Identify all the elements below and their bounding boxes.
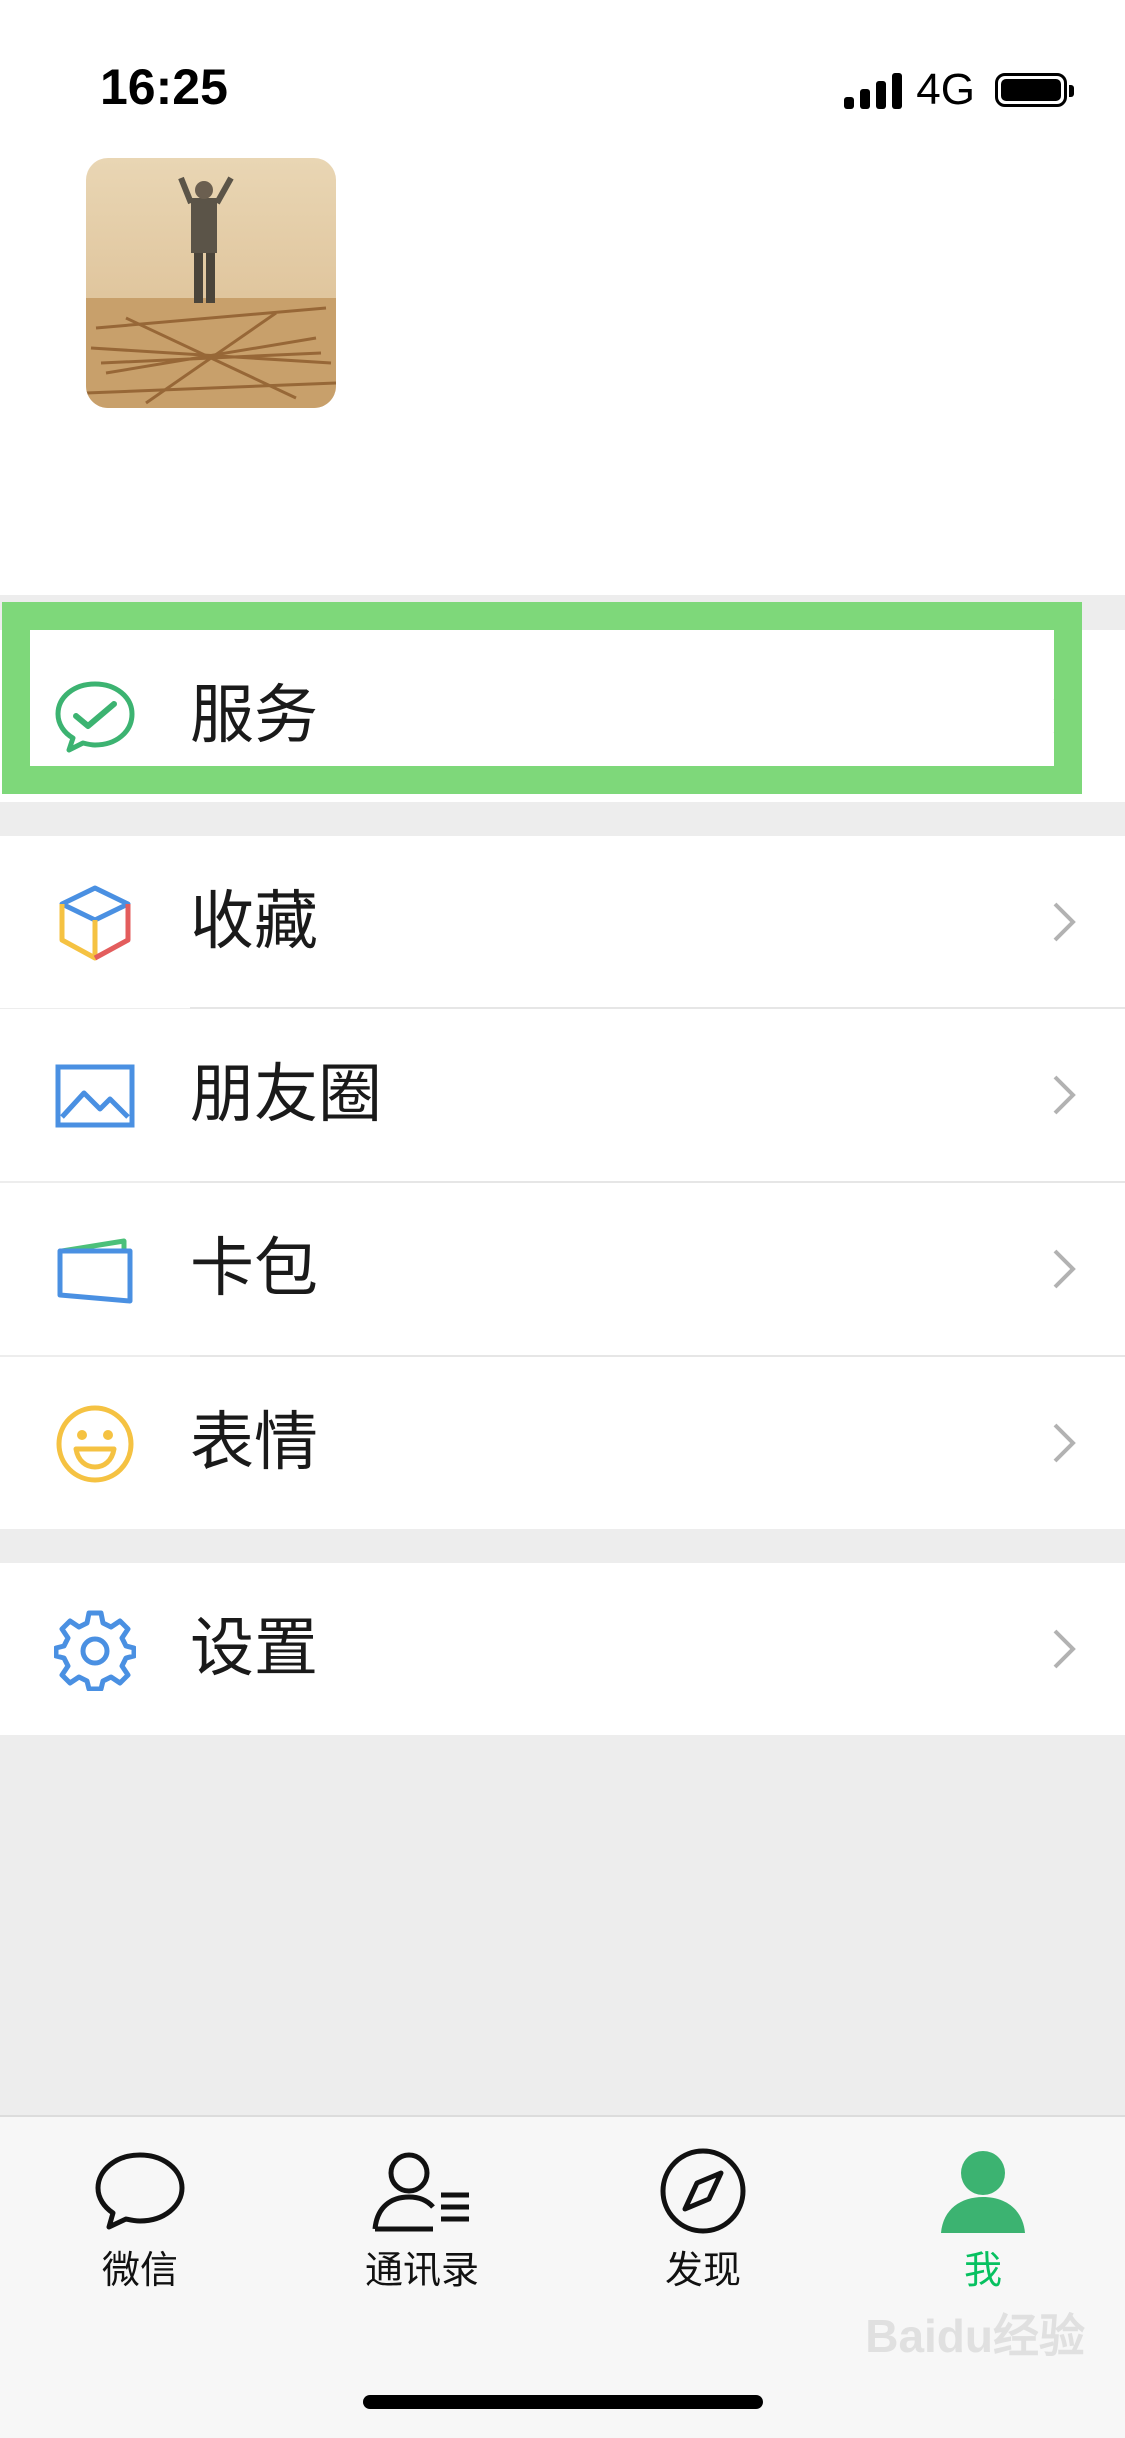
menu-item-label: 朋友圈 [190, 1058, 382, 1132]
menu-item-moments[interactable]: 朋友圈 [0, 1009, 1125, 1181]
chevron-right-icon [1053, 1249, 1076, 1289]
signal-icon [844, 71, 903, 109]
battery-icon [995, 73, 1074, 107]
menu-item-settings[interactable]: 设置 [0, 1563, 1125, 1735]
menu-item-favorites[interactable]: 收藏 [0, 836, 1125, 1008]
menu-item-label: 卡包 [190, 1232, 318, 1306]
cube-icon [59, 885, 131, 961]
chevron-right-icon [1053, 902, 1076, 942]
tab-chats[interactable]: 微信 [40, 2145, 240, 2294]
tab-contacts[interactable]: 通讯录 [322, 2145, 522, 2294]
tab-label: 我 [963, 2248, 1002, 2292]
status-time: 16:25 [100, 59, 228, 115]
smiley-icon [56, 1405, 134, 1483]
network-type: 4G [916, 65, 975, 114]
status-indicators: 4G [844, 60, 1074, 120]
contacts-icon [372, 2152, 469, 2232]
tab-label: 微信 [101, 2248, 178, 2292]
menu-item-label: 设置 [190, 1612, 318, 1686]
person-icon [941, 2151, 1025, 2233]
menu-item-stickers[interactable]: 表情 [0, 1357, 1125, 1529]
chevron-right-icon [1053, 1075, 1076, 1115]
menu-item-label: 收藏 [190, 885, 318, 959]
compass-icon [660, 2148, 746, 2234]
image-icon [55, 1064, 135, 1128]
home-indicator[interactable] [363, 2395, 763, 2409]
wallet-icon [57, 1238, 133, 1304]
tab-label: 通讯录 [364, 2248, 479, 2292]
menu-item-label: 表情 [190, 1406, 318, 1480]
tab-me[interactable]: 我 [883, 2145, 1083, 2294]
menu-item-cards[interactable]: 卡包 [0, 1183, 1125, 1355]
chat-bubble-icon [95, 2152, 185, 2230]
gear-icon [54, 1610, 136, 1691]
chevron-right-icon [1053, 1629, 1076, 1669]
highlight-box [2, 602, 1082, 794]
chevron-right-icon [1053, 1423, 1076, 1463]
tab-label: 发现 [664, 2248, 741, 2292]
watermark: Baidu经验 [865, 2310, 1085, 2362]
avatar[interactable] [86, 158, 336, 408]
tab-discover[interactable]: 发现 [603, 2145, 803, 2294]
